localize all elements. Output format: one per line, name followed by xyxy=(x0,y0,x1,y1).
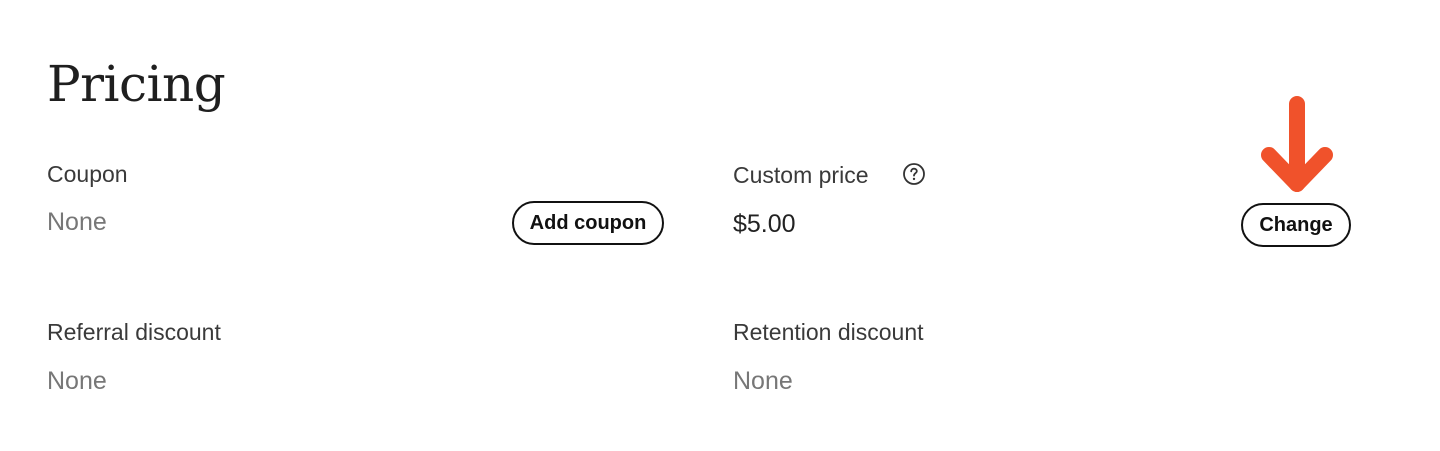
add-coupon-button[interactable]: Add coupon xyxy=(512,201,664,245)
referral-discount-value: None xyxy=(47,367,107,395)
page-title: Pricing xyxy=(47,55,226,113)
coupon-value: None xyxy=(47,208,107,236)
arrow-down-icon xyxy=(1261,96,1333,192)
custom-price-value: $5.00 xyxy=(733,210,796,238)
change-price-button[interactable]: Change xyxy=(1241,203,1351,247)
retention-discount-value: None xyxy=(733,367,793,395)
custom-price-label: Custom price xyxy=(733,162,869,188)
coupon-label: Coupon xyxy=(47,161,128,187)
referral-discount-label: Referral discount xyxy=(47,319,221,345)
retention-discount-label: Retention discount xyxy=(733,319,924,345)
question-circle-icon[interactable] xyxy=(902,162,926,186)
